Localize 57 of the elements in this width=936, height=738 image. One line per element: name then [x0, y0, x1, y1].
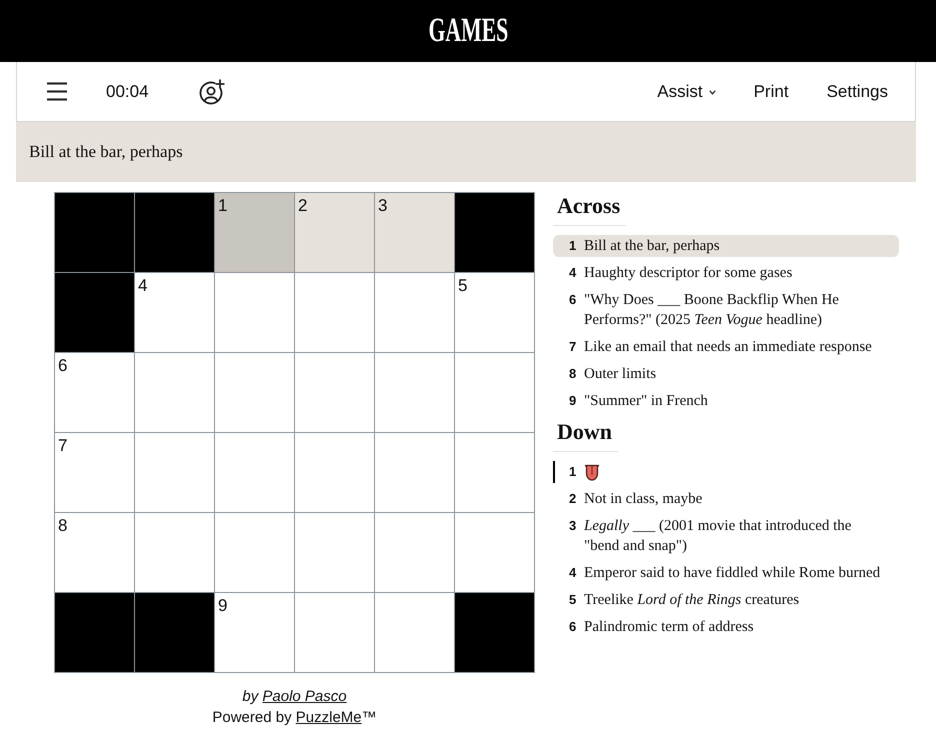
clue-item[interactable]: 7 Like an email that needs an immediate response	[553, 336, 899, 358]
author-link[interactable]: Paolo Pasco	[262, 688, 347, 705]
grid-cell[interactable]	[455, 513, 535, 593]
grid-cell[interactable]: 7	[55, 433, 135, 513]
clue-item[interactable]: 6 Palindromic term of address	[553, 616, 899, 638]
byline-text: by Paolo Pasco	[241, 687, 348, 707]
grid-cell[interactable]: 5	[455, 273, 535, 353]
grid-cell[interactable]	[455, 433, 535, 513]
tongue-icon	[584, 464, 600, 481]
clue-item[interactable]: 9 "Summer" in French	[553, 390, 899, 412]
grid-cell[interactable]: 3	[375, 193, 455, 273]
clue-item[interactable]: 1	[553, 461, 899, 483]
grid-cell[interactable]	[215, 433, 295, 513]
grid-cell[interactable]	[135, 353, 215, 433]
toolbar-button[interactable]: Settings	[826, 82, 888, 102]
clue-item[interactable]: 6 "Why Does ___ Boone Backflip When He Performs?" (2025 Teen Vogue headline)	[553, 289, 899, 331]
clue-list-heading: Down	[553, 418, 618, 452]
grid-cell[interactable]	[215, 273, 295, 353]
caret-icon	[708, 90, 716, 95]
grid-cell[interactable]	[215, 353, 295, 433]
provider-link[interactable]: PuzzleMe	[296, 709, 362, 726]
clue-item[interactable]: 1 Bill at the bar, perhaps	[553, 235, 899, 257]
site-logo[interactable]: GAMES	[428, 14, 508, 48]
grid-cell[interactable]	[375, 593, 455, 673]
toolbar-button[interactable]: Print	[754, 82, 789, 102]
menu-icon[interactable]	[47, 82, 67, 101]
grid-cell[interactable]	[455, 353, 535, 433]
grid-cell[interactable]: 1	[215, 193, 295, 273]
toolbar-button[interactable]: Assist	[657, 82, 716, 102]
grid-cell[interactable]: 4	[135, 273, 215, 353]
grid-cell[interactable]: 6	[55, 353, 135, 433]
clue-item[interactable]: 4 Emperor said to have fiddled while Rome burned	[553, 562, 899, 584]
grid-cell[interactable]: 9	[215, 593, 295, 673]
grid-cell[interactable]	[375, 513, 455, 593]
grid-cell[interactable]	[375, 353, 455, 433]
grid-cell[interactable]	[135, 513, 215, 593]
grid-cell[interactable]	[295, 433, 375, 513]
grid-cell[interactable]	[295, 273, 375, 353]
clue-item[interactable]: 5 Treelike Lord of the Rings creatures	[553, 589, 899, 611]
clue-item[interactable]: 8 Outer limits	[553, 363, 899, 385]
grid-cell[interactable]	[135, 433, 215, 513]
clue-item[interactable]: 2 Not in class, maybe	[553, 488, 899, 510]
grid-cell[interactable]	[375, 433, 455, 513]
grid-cell[interactable]	[295, 353, 375, 433]
timer-text: 00:04	[106, 82, 149, 102]
clue-item[interactable]: 3 Legally ___ (2001 movie that introduced the "bend and snap")	[553, 515, 899, 557]
clue-item[interactable]: 4 Haughty descriptor for some gases	[553, 262, 899, 284]
grid-cell[interactable]: 8	[55, 513, 135, 593]
grid-cell[interactable]: 2	[295, 193, 375, 273]
powered-by-text: Powered by PuzzleMe™	[211, 708, 378, 728]
clue-list-heading: Across	[553, 192, 626, 226]
grid-cell[interactable]	[215, 513, 295, 593]
grid-cell[interactable]	[295, 513, 375, 593]
grid-cell[interactable]	[295, 593, 375, 673]
add-person-icon[interactable]	[198, 78, 225, 104]
grid-cell[interactable]	[375, 273, 455, 353]
current-clue-text: Bill at the bar, perhaps	[29, 142, 183, 162]
